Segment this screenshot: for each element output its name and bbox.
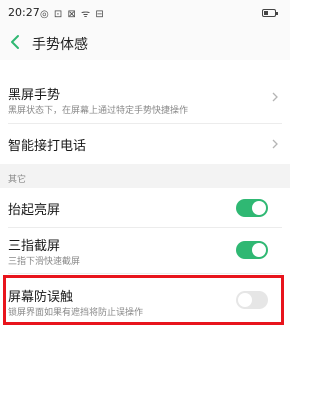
section-header-other: 其它 <box>0 164 290 188</box>
battery-icon <box>262 9 278 17</box>
anti-mistouch-title: 屏幕防误触 <box>8 290 74 305</box>
back-arrow-icon[interactable] <box>6 32 26 52</box>
three-finger-screenshot-toggle[interactable] <box>236 241 268 259</box>
status-icons: ◎ ⊡ ⊠ ᯤ ⊟ <box>40 9 105 20</box>
chevron-right-icon <box>272 139 278 149</box>
smart-answer-call-row[interactable]: 智能接打电话 <box>0 124 290 164</box>
status-time: 20:27 <box>8 6 40 19</box>
black-screen-gesture-title: 黑屏手势 <box>8 88 61 103</box>
header: 手势体感 <box>0 26 290 60</box>
three-finger-screenshot-title: 三指截屏 <box>8 239 61 254</box>
smart-answer-call-title: 智能接打电话 <box>8 139 87 154</box>
anti-mistouch-subtitle: 锁屏界面如果有遮挡将防止误操作 <box>8 308 144 318</box>
black-screen-gesture-row[interactable]: 黑屏手势 黑屏状态下，在屏幕上通过特定手势快捷操作 <box>0 70 290 124</box>
raise-to-wake-row: 抬起亮屏 <box>0 188 290 228</box>
three-finger-screenshot-subtitle: 三指下滑快速截屏 <box>8 257 81 267</box>
section-label-other: 其它 <box>8 175 27 185</box>
page-title: 手势体感 <box>32 37 88 53</box>
anti-mistouch-toggle[interactable] <box>236 291 268 309</box>
black-screen-gesture-subtitle: 黑屏状态下，在屏幕上通过特定手势快捷操作 <box>8 106 189 116</box>
chevron-right-icon <box>272 92 278 102</box>
raise-to-wake-toggle[interactable] <box>236 199 268 217</box>
raise-to-wake-title: 抬起亮屏 <box>8 203 61 218</box>
anti-mistouch-row: 屏幕防误触 锁屏界面如果有遮挡将防止误操作 <box>0 280 290 322</box>
three-finger-screenshot-row: 三指截屏 三指下滑快速截屏 <box>0 228 290 274</box>
status-bar: 20:27 ◎ ⊡ ⊠ ᯤ ⊟ <box>0 0 290 26</box>
